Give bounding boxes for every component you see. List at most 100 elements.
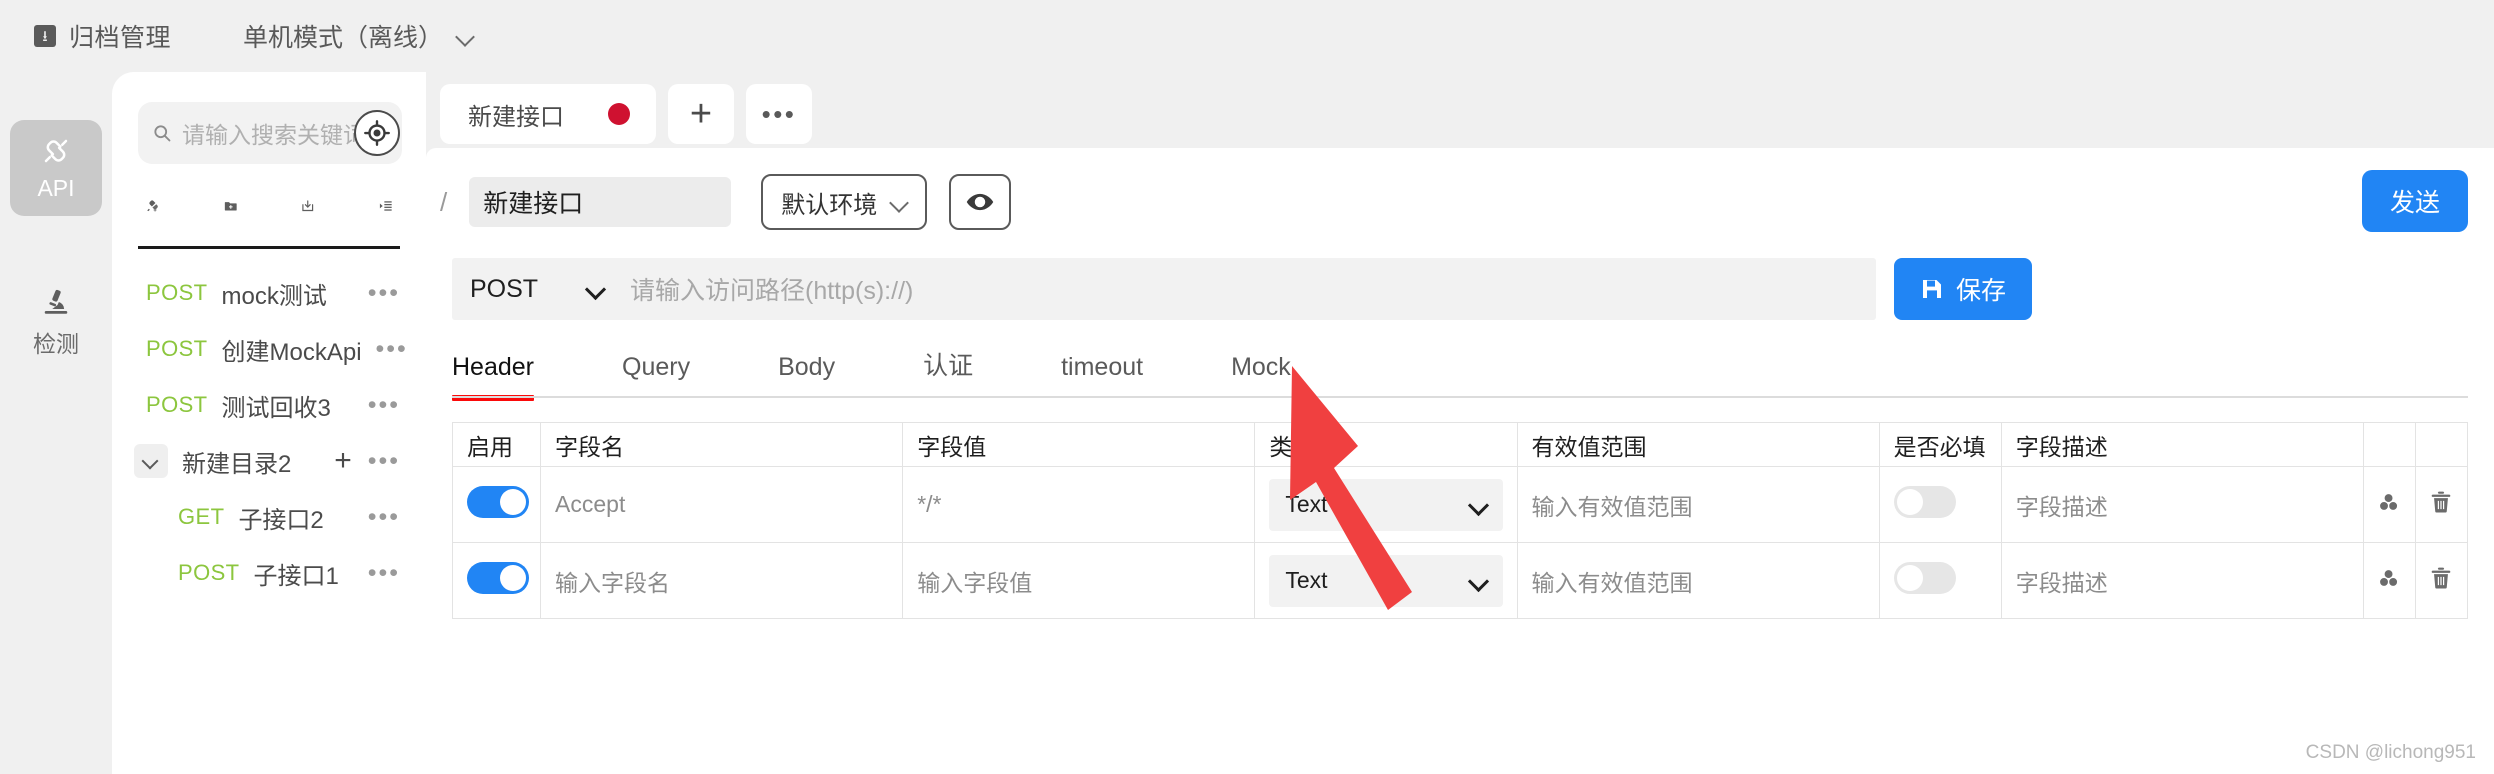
tab-header[interactable]: Header [452,353,534,401]
tab-more-button[interactable]: ••• [746,84,812,144]
cell-enabled [451,542,542,619]
sidebar-search-row: 请输入搜索关键词 [112,72,426,164]
http-method-select[interactable]: POST [452,258,620,320]
save-button-label: 保存 [1956,277,2007,305]
request-url-input[interactable]: 请输入访问路径(http(s)://) [620,271,1876,307]
cell-value-range[interactable]: 输入有效值范围 [1516,466,1880,543]
document-tab-strip: 新建接口 + ••• [426,72,2494,148]
trash-icon[interactable] [2428,565,2454,591]
col-required: 是否必填 [1878,422,2002,467]
type-select[interactable]: Text [1269,478,1503,531]
tab-query[interactable]: Query [622,353,690,398]
rail-item-api[interactable]: API [10,120,102,216]
environment-select[interactable]: 默认环境 [761,174,928,230]
rail-item-detection-label: 检测 [33,331,79,357]
document-tab[interactable]: 新建接口 [440,84,656,144]
cell-description[interactable]: 字段描述 [2000,466,2364,543]
more-actions-button[interactable]: ••• [368,560,400,586]
folder-plus-icon[interactable] [224,192,238,220]
list-indent-icon[interactable] [379,192,393,220]
cell-enabled [451,466,542,543]
send-button-label: 发送 [2389,189,2440,217]
tab-mock[interactable]: Mock [1231,353,1291,398]
cell-field-value[interactable]: 输入字段值 [902,542,1256,619]
mode-selector[interactable]: 单机模式（离线） [243,18,473,54]
request-editor-panel: / 新建接口 默认环境 发送 POST 请输入访问路径(http(s)://) … [426,148,2494,774]
link-chain-icon[interactable] [2376,565,2402,591]
microscope-icon [44,289,68,314]
table-row: Accept */* Text 输入有效值范围 字段描述 [451,466,2469,543]
field-value-value: */* [917,491,942,517]
cell-field-value[interactable]: */* [902,466,1256,543]
more-actions-button[interactable]: ••• [368,280,400,306]
preview-button[interactable] [949,174,1012,230]
tab-timeout[interactable]: timeout [1061,353,1143,398]
link-chain-icon[interactable] [2376,489,2402,515]
top-bar: ⭳ 归档管理 单机模式（离线） [0,0,2494,72]
value-range-placeholder: 输入有效值范围 [1531,569,1693,596]
method-badge: POST [146,336,208,361]
api-tree: POST mock测试 ••• POST 创建MockApi ••• POST … [112,240,426,601]
target-crosshair-icon [364,120,390,146]
more-actions-button[interactable]: ••• [368,392,400,418]
mode-selector-label: 单机模式（离线） [243,24,444,52]
cell-field-name[interactable]: 输入字段名 [540,542,904,619]
main-area: 新建接口 + ••• / 新建接口 默认环境 发送 POST 请输入访问路径(h… [426,72,2494,774]
locate-current-api-button[interactable] [354,110,400,156]
field-name-placeholder: 输入字段名 [555,569,671,596]
list-item[interactable]: POST 子接口1 ••• [112,545,426,601]
request-url-bar: POST 请输入访问路径(http(s)://) [452,258,1876,320]
enabled-toggle[interactable] [467,561,529,594]
tree-folder-item[interactable]: 新建目录2 + ••• [112,433,426,489]
new-tab-label: + [689,93,713,135]
breadcrumb: / 新建接口 默认环境 发送 [426,148,2494,232]
field-name-value: Accept [555,491,626,517]
tab-body[interactable]: Body [778,353,835,398]
tab-mock-label: Mock [1231,353,1291,381]
col-field-name: 字段名 [540,422,904,467]
cell-action-link [2362,542,2416,619]
tab-auth[interactable]: 认证 [923,346,973,398]
col-description: 字段描述 [2000,422,2364,467]
add-child-api-button[interactable]: + [334,446,352,476]
value-range-placeholder: 输入有效值范围 [1531,493,1693,520]
list-item-label: 子接口1 [253,562,339,590]
archive-management-entry[interactable]: ⭳ 归档管理 [34,18,171,54]
unsaved-indicator-dot [608,103,630,125]
table-header-row: 启用 字段名 字段值 类型 有效值范围 是否必填 字段描述 [451,422,2469,467]
list-item[interactable]: GET 子接口2 ••• [112,489,426,545]
new-tab-button[interactable]: + [668,84,734,144]
required-toggle[interactable] [1893,561,1956,594]
plug-plus-icon[interactable] [146,192,160,220]
trash-icon[interactable] [2428,489,2454,515]
api-name-input[interactable]: 新建接口 [469,177,732,227]
cell-field-name[interactable]: Accept [540,466,904,543]
list-item[interactable]: POST 创建MockApi ••• [112,321,426,377]
col-type: 类型 [1254,422,1518,467]
rail-item-detection[interactable]: 检测 [10,270,102,373]
cell-required [1878,466,2002,543]
import-download-icon[interactable] [301,192,315,220]
more-actions-button[interactable]: ••• [368,448,400,474]
cell-action-delete [2414,466,2469,543]
col-action-1 [2362,422,2416,467]
api-name-value: 新建接口 [483,190,584,218]
more-actions-button[interactable]: ••• [368,504,400,530]
list-item-label: 测试回收3 [221,394,331,422]
type-select[interactable]: Text [1269,554,1503,607]
required-toggle[interactable] [1893,485,1956,518]
cell-value-range[interactable]: 输入有效值范围 [1516,542,1880,619]
more-actions-button[interactable]: ••• [376,336,408,362]
cell-description[interactable]: 字段描述 [2000,542,2364,619]
chevron-down-icon [457,28,473,44]
list-item[interactable]: POST mock测试 ••• [112,265,426,321]
enabled-toggle[interactable] [467,485,529,518]
request-section-tabs: Header Query Body 认证 timeout Mock [426,320,2494,401]
type-select-value: Text [1285,491,1328,517]
folder-expand-toggle[interactable] [134,444,168,478]
save-button[interactable]: 保存 [1894,258,2033,320]
chevron-down-icon [586,280,604,298]
send-button[interactable]: 发送 [2361,170,2468,232]
tab-auth-label: 认证 [923,352,974,380]
list-item[interactable]: POST 测试回收3 ••• [112,377,426,433]
